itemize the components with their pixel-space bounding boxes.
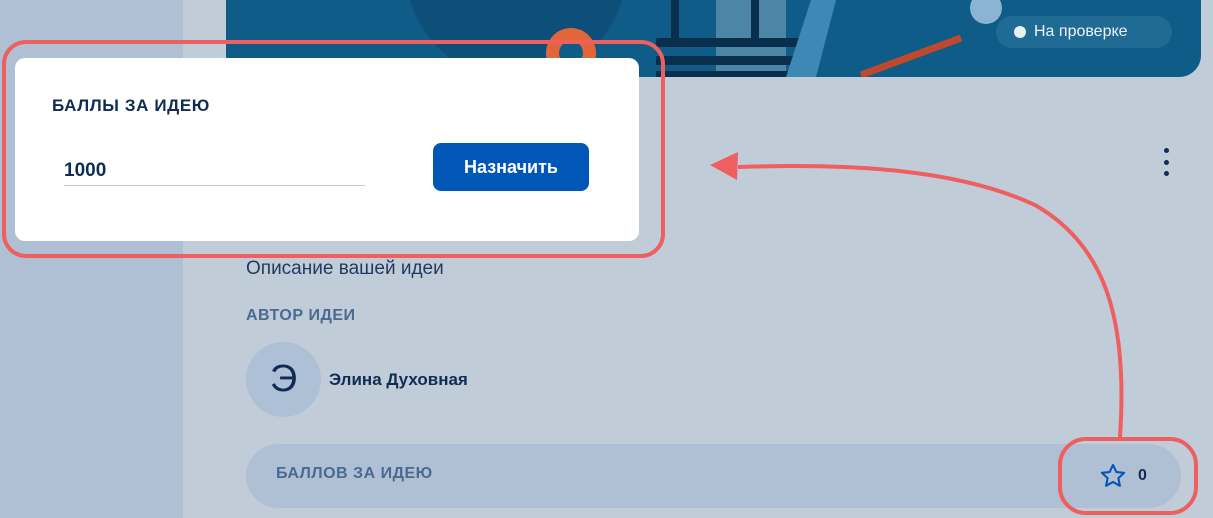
avatar: Э	[246, 342, 321, 417]
more-vertical-icon	[1163, 148, 1169, 153]
more-options-button[interactable]	[1158, 148, 1174, 176]
status-badge-label: На проверке	[1034, 23, 1128, 40]
callout-arrow-line	[737, 163, 1124, 438]
points-highlight-frame	[1058, 437, 1198, 515]
arrowhead-icon	[710, 152, 738, 180]
points-label: БАЛЛОВ ЗА ИДЕЮ	[276, 465, 433, 482]
modal-highlight-frame	[2, 40, 665, 258]
more-vertical-icon	[1163, 171, 1169, 176]
status-dot-icon	[1014, 26, 1026, 38]
idea-points-bar: БАЛЛОВ ЗА ИДЕЮ 0	[246, 444, 1181, 508]
idea-description: Описание вашей идеи	[246, 258, 444, 279]
author-section-label: АВТОР ИДЕИ	[246, 307, 356, 324]
status-badge: На проверке	[996, 16, 1172, 48]
more-vertical-icon	[1163, 159, 1169, 165]
author-name: Элина Духовная	[329, 370, 468, 389]
